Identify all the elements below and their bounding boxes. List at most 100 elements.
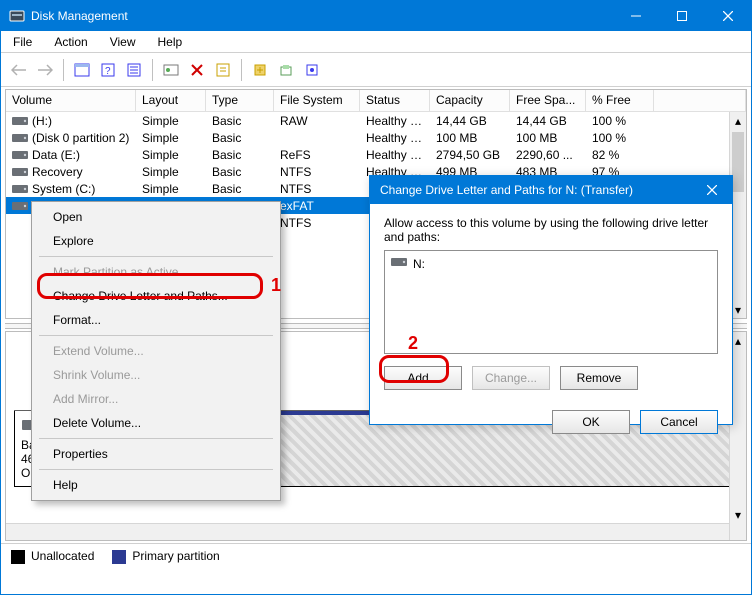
settings-button[interactable] — [122, 58, 146, 82]
menu-action[interactable]: Action — [50, 33, 91, 51]
cancel-button[interactable]: Cancel — [640, 410, 718, 434]
dialog-path-list[interactable]: N: — [384, 250, 718, 354]
scroll-up-icon[interactable]: ▴ — [730, 112, 746, 129]
cell: 14,44 GB — [510, 113, 586, 129]
ctx-mark-active: Mark Partition as Active — [35, 260, 277, 284]
list-item-label: N: — [413, 257, 425, 271]
ctx-shrink: Shrink Volume... — [35, 363, 277, 387]
table-row[interactable]: Data (E:)SimpleBasicReFSHealthy (P...279… — [6, 146, 746, 163]
scroll-down-icon[interactable]: ▾ — [730, 506, 746, 523]
separator — [152, 59, 153, 81]
separator — [241, 59, 242, 81]
col-status[interactable]: Status — [360, 90, 430, 111]
help-button[interactable]: ? — [96, 58, 120, 82]
drive-icon — [12, 133, 28, 144]
ctx-open[interactable]: Open — [35, 205, 277, 229]
dialog-titlebar[interactable]: Change Drive Letter and Paths for N: (Tr… — [370, 176, 732, 204]
col-spacer — [654, 90, 746, 111]
swatch-black — [11, 550, 25, 564]
table-row[interactable]: (Disk 0 partition 2)SimpleBasicHealthy (… — [6, 129, 746, 146]
ctx-mirror: Add Mirror... — [35, 387, 277, 411]
ctx-explore[interactable]: Explore — [35, 229, 277, 253]
separator — [39, 438, 273, 439]
detach-vhd-icon[interactable] — [300, 58, 324, 82]
cell: Simple — [136, 130, 206, 146]
cell: Healthy (E... — [360, 130, 430, 146]
cell: 2290,60 ... — [510, 147, 586, 163]
col-layout[interactable]: Layout — [136, 90, 206, 111]
dialog-close-button[interactable] — [692, 176, 732, 204]
delete-icon[interactable] — [185, 58, 209, 82]
col-filesystem[interactable]: File System — [274, 90, 360, 111]
cell: exFAT — [274, 198, 360, 214]
ctx-properties[interactable]: Properties — [35, 442, 277, 466]
separator — [39, 256, 273, 257]
legend-primary: Primary partition — [112, 549, 219, 564]
cell: 100 MB — [430, 130, 510, 146]
context-menu: Open Explore Mark Partition as Active Ch… — [31, 201, 281, 501]
volume-cell: System (C:) — [6, 181, 136, 197]
add-button[interactable]: Add... — [384, 366, 462, 390]
menu-view[interactable]: View — [106, 33, 140, 51]
cell — [274, 137, 360, 139]
volume-cell: (H:) — [6, 113, 136, 129]
app-icon — [9, 8, 25, 24]
cell: Simple — [136, 147, 206, 163]
ctx-format[interactable]: Format... — [35, 308, 277, 332]
svg-text:?: ? — [105, 66, 111, 77]
show-hide-console-button[interactable] — [70, 58, 94, 82]
list-item[interactable]: N: — [389, 255, 713, 272]
col-volume[interactable]: Volume — [6, 90, 136, 111]
swatch-blue — [112, 550, 126, 564]
menubar: File Action View Help — [1, 31, 751, 53]
callout-2-label: 2 — [408, 333, 418, 354]
remove-button[interactable]: Remove — [560, 366, 638, 390]
col-type[interactable]: Type — [206, 90, 274, 111]
drive-icon — [12, 201, 28, 212]
titlebar[interactable]: Disk Management — [1, 1, 751, 31]
col-capacity[interactable]: Capacity — [430, 90, 510, 111]
menu-help[interactable]: Help — [154, 33, 187, 51]
legend-unallocated: Unallocated — [11, 549, 94, 564]
disk-management-window: Disk Management File Action View Help ? … — [0, 0, 752, 595]
col-percent[interactable]: % Free — [586, 90, 654, 111]
nav-forward-button[interactable] — [33, 58, 57, 82]
change-drive-letter-dialog: Change Drive Letter and Paths for N: (Tr… — [369, 175, 733, 425]
separator — [39, 335, 273, 336]
new-volume-icon[interactable] — [248, 58, 272, 82]
cell: Simple — [136, 181, 206, 197]
nav-back-button[interactable] — [7, 58, 31, 82]
scroll-thumb[interactable] — [732, 132, 744, 192]
ctx-delete[interactable]: Delete Volume... — [35, 411, 277, 435]
cell: 14,44 GB — [430, 113, 510, 129]
horizontal-scrollbar[interactable] — [6, 523, 729, 540]
drive-icon — [12, 150, 28, 161]
cell: 2794,50 GB — [430, 147, 510, 163]
drive-icon — [391, 256, 407, 271]
cell: Simple — [136, 164, 206, 180]
drive-icon — [12, 184, 28, 195]
maximize-button[interactable] — [659, 1, 705, 31]
properties-icon[interactable] — [211, 58, 235, 82]
ctx-change-letter[interactable]: Change Drive Letter and Paths... — [35, 284, 277, 308]
cell: Basic — [206, 164, 274, 180]
drive-icon — [12, 167, 28, 178]
refresh-button[interactable] — [159, 58, 183, 82]
col-freespace[interactable]: Free Spa... — [510, 90, 586, 111]
ok-button[interactable]: OK — [552, 410, 630, 434]
toolbar: ? — [1, 53, 751, 87]
menu-file[interactable]: File — [9, 33, 36, 51]
cell: NTFS — [274, 164, 360, 180]
ctx-help[interactable]: Help — [35, 473, 277, 497]
attach-vhd-icon[interactable] — [274, 58, 298, 82]
cell: ReFS — [274, 147, 360, 163]
cell: Basic — [206, 181, 274, 197]
minimize-button[interactable] — [613, 1, 659, 31]
close-button[interactable] — [705, 1, 751, 31]
legend-bar: Unallocated Primary partition — [1, 543, 751, 569]
window-title: Disk Management — [31, 9, 613, 23]
drive-icon — [12, 116, 28, 127]
table-row[interactable]: (H:)SimpleBasicRAWHealthy (P...14,44 GB1… — [6, 112, 746, 129]
ctx-extend: Extend Volume... — [35, 339, 277, 363]
cell: Basic — [206, 130, 274, 146]
